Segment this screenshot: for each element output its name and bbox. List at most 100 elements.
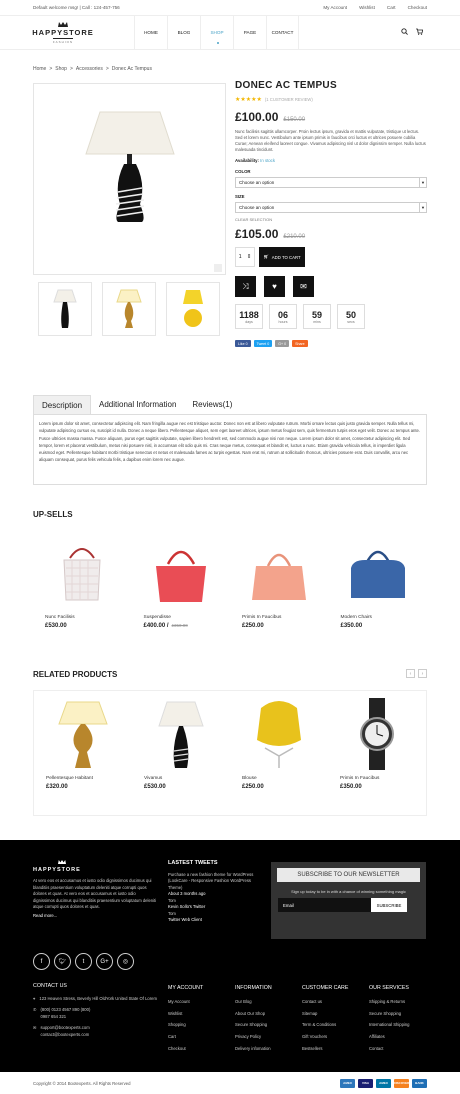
- google-plus-icon[interactable]: G+: [96, 953, 113, 970]
- footer-link[interactable]: Delivery infomation: [235, 1043, 272, 1055]
- size-select[interactable]: Choose an option ▼: [235, 202, 427, 213]
- footer-link[interactable]: About Our Shop: [235, 1008, 272, 1020]
- breadcrumb-home[interactable]: Home: [33, 66, 46, 72]
- nav-home[interactable]: HOME: [134, 16, 167, 49]
- footer-link[interactable]: Wishlist: [168, 1008, 203, 1020]
- product-name[interactable]: Suspendisse: [144, 615, 171, 620]
- stepper-arrows-icon[interactable]: ⇕: [247, 254, 252, 260]
- footer-link[interactable]: Affiliates: [369, 1031, 410, 1043]
- facebook-like-button[interactable]: Like 0: [235, 340, 251, 347]
- footer-link[interactable]: Sitemap: [302, 1008, 348, 1020]
- product-name[interactable]: Vivamus: [144, 776, 162, 781]
- next-arrow-icon[interactable]: ›: [418, 669, 427, 678]
- nav-shop[interactable]: SHOP: [200, 16, 233, 49]
- countdown-mins: 59 mins: [303, 304, 331, 329]
- product-image[interactable]: [136, 691, 226, 776]
- product-card[interactable]: Nunc Facilisis £530.00: [33, 530, 132, 654]
- breadcrumb-shop[interactable]: Shop: [55, 66, 67, 72]
- header: HAPPYSTORE FASHION HOME BLOG SHOP PAGE C…: [0, 16, 460, 50]
- my-account-link[interactable]: My Account: [323, 5, 347, 10]
- product-image[interactable]: [38, 691, 128, 776]
- footer-link[interactable]: Bestsellers: [302, 1043, 348, 1055]
- read-more-link[interactable]: Read more...: [33, 913, 158, 920]
- footer-link[interactable]: International Shipping: [369, 1019, 410, 1031]
- product-card[interactable]: Blouse £250.00: [230, 691, 328, 815]
- product-name[interactable]: Primis In Faucibus: [242, 615, 281, 620]
- product-image[interactable]: [234, 691, 324, 776]
- envelope-icon: ✉: [33, 1025, 37, 1030]
- footer-link[interactable]: Shipping & Returns: [369, 996, 410, 1008]
- cart-icon[interactable]: [416, 28, 423, 35]
- product-image[interactable]: [37, 530, 127, 615]
- product-image[interactable]: [136, 530, 226, 615]
- footer-link[interactable]: Contact: [369, 1043, 410, 1055]
- footer-link[interactable]: Shopping: [168, 1019, 203, 1031]
- product-card[interactable]: Pellentesque Habitant £320.00: [34, 691, 132, 815]
- breadcrumb-accessories[interactable]: Accessories: [76, 66, 103, 72]
- logo[interactable]: HAPPYSTORE FASHION: [32, 21, 93, 44]
- tweet-button[interactable]: Tweet 0: [253, 340, 273, 347]
- subscribe-button[interactable]: SUBSCRIBE: [371, 898, 407, 912]
- cart-link[interactable]: Cart: [387, 5, 396, 10]
- product-card[interactable]: Vivamus £530.00: [132, 691, 230, 815]
- footer-link[interactable]: Gift Vouchers: [302, 1031, 348, 1043]
- phone-icon: ✆: [33, 1007, 37, 1012]
- product-card[interactable]: Suspendisse £400.00 /£350.00: [132, 530, 231, 654]
- nav-blog[interactable]: BLOG: [167, 16, 200, 49]
- product-image[interactable]: [333, 530, 423, 615]
- product-image[interactable]: [234, 530, 324, 615]
- tumblr-icon[interactable]: t: [75, 953, 92, 970]
- product-image[interactable]: [332, 691, 422, 776]
- footer-link[interactable]: Contact us: [302, 996, 348, 1008]
- thumbnail[interactable]: [102, 282, 156, 336]
- google-plus-button[interactable]: G+ 0: [275, 340, 290, 347]
- footer-link[interactable]: My Account: [168, 996, 203, 1008]
- variation-old-price: £210.00: [283, 234, 306, 240]
- product-card[interactable]: Primis In Faucibus £250.00: [230, 530, 329, 654]
- footer-link[interactable]: Cart: [168, 1031, 203, 1043]
- product-name[interactable]: Primis In Faucibus: [340, 776, 379, 781]
- product-card[interactable]: Primis In Faucibus £350.00: [328, 691, 426, 815]
- compare-button[interactable]: ⤨: [235, 276, 256, 297]
- quantity-stepper[interactable]: 1 ⇕: [235, 247, 255, 267]
- product-name[interactable]: Nunc Facilisis: [45, 615, 75, 620]
- main-product-image[interactable]: [33, 83, 226, 275]
- review-count-link[interactable]: (1 CUSTOMER REVIEW): [265, 97, 313, 102]
- twitter-icon[interactable]: 🐦︎: [54, 953, 71, 970]
- product-name[interactable]: Blouse: [242, 776, 257, 781]
- add-to-cart-button[interactable]: 🛒︎ ADD TO CART: [259, 247, 305, 267]
- footer-link[interactable]: Privacy Policy: [235, 1031, 272, 1043]
- tweet-text: Purchase a new fashion theme for WordPre…: [168, 871, 254, 890]
- tab-reviews[interactable]: Reviews(1): [184, 395, 240, 414]
- dribbble-icon[interactable]: ◎: [117, 953, 134, 970]
- nav-contact[interactable]: CONTACT: [266, 16, 299, 49]
- footer-link[interactable]: Term & Conditions: [302, 1019, 348, 1031]
- search-icon[interactable]: [401, 28, 408, 35]
- thumbnail[interactable]: [38, 282, 92, 336]
- email-text: support@bootexperts.com contact@bootexpe…: [40, 1025, 90, 1037]
- footer-link[interactable]: Checkout: [168, 1043, 203, 1055]
- footer-link[interactable]: Secure Shopping: [369, 1008, 410, 1020]
- tab-description[interactable]: Description: [33, 395, 92, 414]
- checkout-link[interactable]: Checkout: [408, 5, 427, 10]
- main-nav: HOME BLOG SHOP PAGE CONTACT: [134, 16, 299, 49]
- facebook-icon[interactable]: f: [33, 953, 50, 970]
- nav-page[interactable]: PAGE: [233, 16, 266, 49]
- email-input[interactable]: Email: [278, 898, 371, 912]
- product-card[interactable]: Modern Chairs £350.00: [329, 530, 428, 654]
- tab-additional-information[interactable]: Additional Information: [91, 395, 184, 414]
- footer-link[interactable]: Our Blog: [235, 996, 272, 1008]
- email-button[interactable]: ✉: [293, 276, 314, 297]
- wishlist-link[interactable]: Wishlist: [359, 5, 375, 10]
- product-name[interactable]: Pellentesque Habitant: [46, 776, 93, 781]
- cart-icon: 🛒︎: [263, 254, 269, 259]
- short-description: Nunc facilisis sagittis ullamcorper. Pro…: [235, 129, 426, 152]
- footer-link[interactable]: Secure Shopping: [235, 1019, 272, 1031]
- thumbnail[interactable]: [166, 282, 220, 336]
- share-button[interactable]: Share: [292, 340, 308, 347]
- color-select[interactable]: Choose an option ▼: [235, 177, 427, 188]
- clear-selection-link[interactable]: CLEAR SELECTION: [235, 217, 427, 222]
- product-name[interactable]: Modern Chairs: [341, 615, 372, 620]
- wishlist-button[interactable]: ♥: [264, 276, 285, 297]
- previous-arrow-icon[interactable]: ‹: [406, 669, 415, 678]
